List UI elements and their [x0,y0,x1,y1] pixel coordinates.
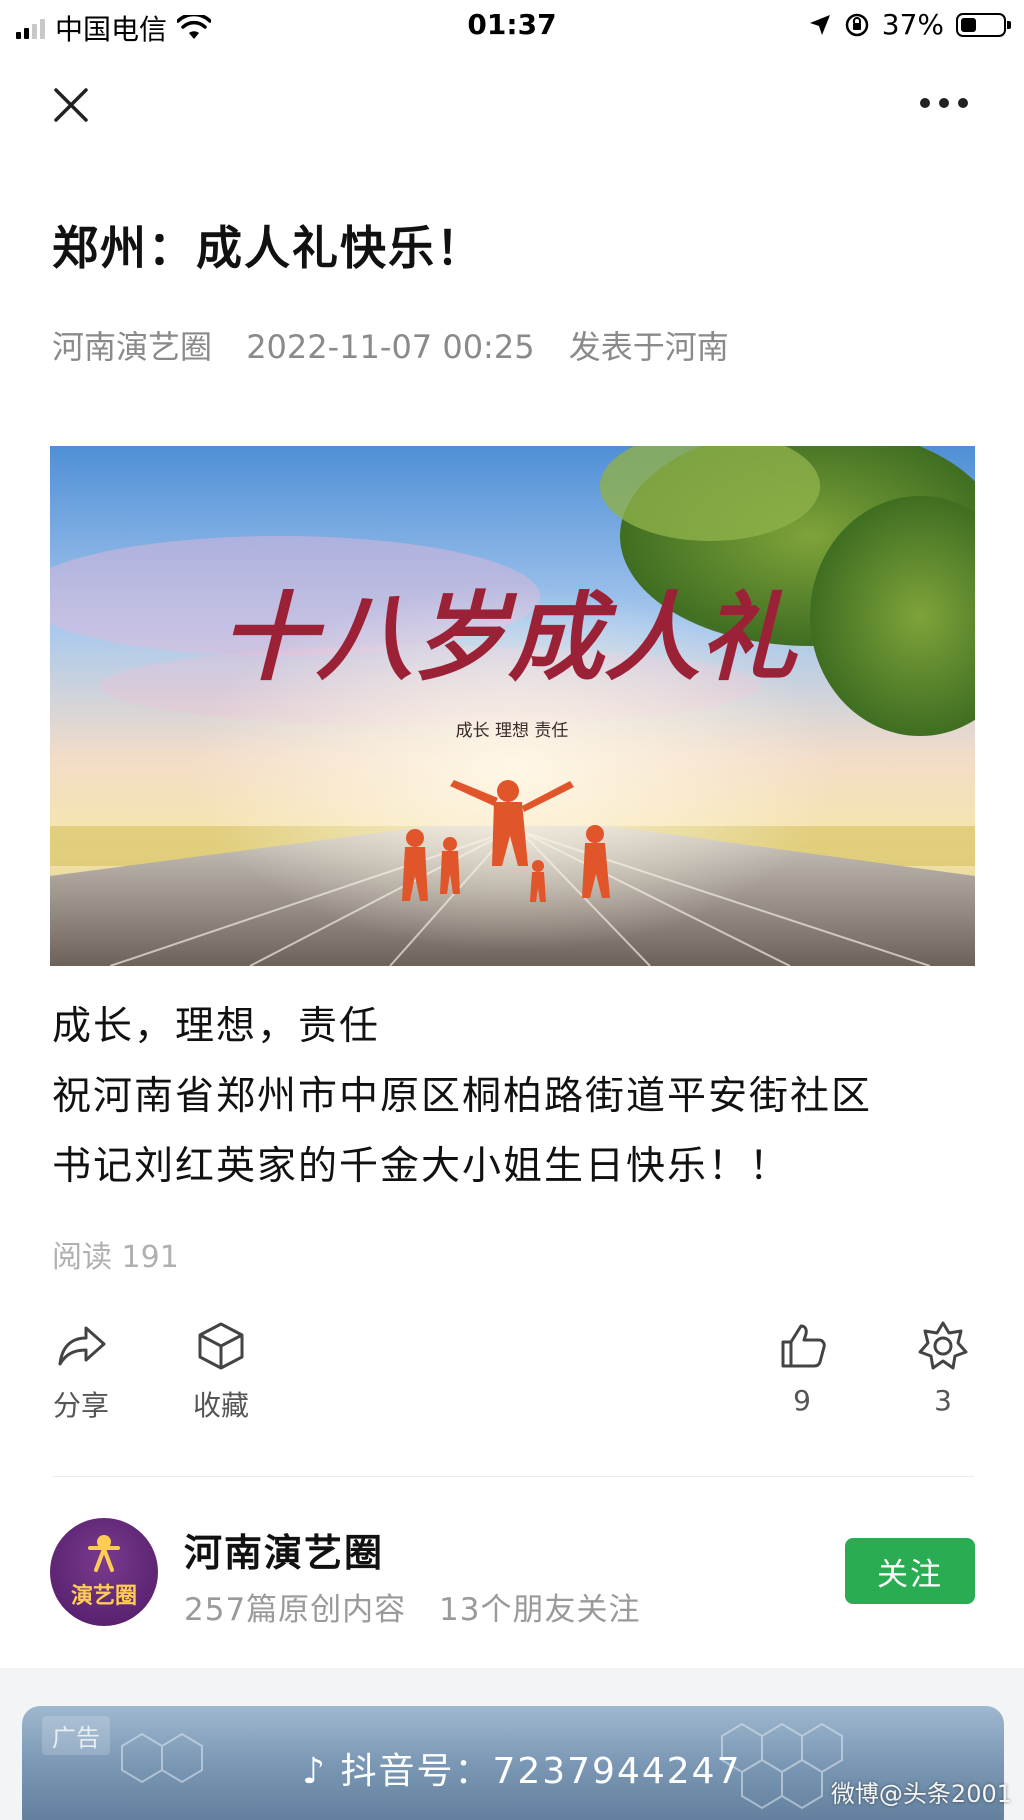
friends-following-count: 13个朋友关注 [439,1592,641,1628]
publish-date: 2022-11-07 00:25 [246,328,535,366]
account-name[interactable]: 河南演艺圈 [184,1522,384,1577]
battery-percent: 37% [881,8,944,41]
banner-tagline: 成长 理想 责任 [456,721,569,741]
battery-fill [961,17,976,32]
favorite-button[interactable]: 收藏 [166,1320,276,1424]
ad-text: ♪ 抖音号：7237944247 [302,1742,741,1794]
share-button[interactable]: 分享 [26,1320,136,1424]
account-card[interactable]: 演艺圈 河南演艺圈 257篇原创内容 13个朋友关注 关注 [50,1518,975,1628]
wow-count: 3 [934,1384,952,1417]
cube-icon [198,1322,244,1370]
status-right: 37% [808,8,1011,41]
rotation-lock-icon [845,13,869,36]
wow-button[interactable]: 3 [888,1320,998,1417]
publish-location: 发表于河南 [568,328,729,366]
share-icon [58,1326,106,1366]
account-stats: 257篇原创内容 13个朋友关注 [184,1584,662,1629]
share-label: 分享 [52,1389,109,1422]
like-count: 9 [793,1384,811,1417]
follow-button[interactable]: 关注 [845,1538,975,1604]
banner-headline: 十八岁成人礼 [220,581,798,694]
body-line: 成长，理想，责任 [52,1004,381,1049]
article-meta: 河南演艺圈 2022-11-07 00:25 发表于河南 [52,322,753,368]
body-line: 祝河南省郑州市中原区桐柏路街道平安街社区 [52,1074,873,1119]
ad-account-text: 抖音号：7237944247 [340,1751,742,1792]
original-posts-count: 257篇原创内容 [184,1592,407,1628]
dot-icon [939,98,949,108]
article-body: 成长，理想，责任 祝河南省郑州市中原区桐柏路街道平安街社区 书记刘红英家的千金大… [52,992,992,1202]
dot-icon [958,98,968,108]
close-icon[interactable] [48,82,94,128]
thumbs-up-icon [781,1324,826,1368]
favorite-label: 收藏 [192,1389,249,1422]
ad-label: 广告 [42,1716,110,1755]
more-options-button[interactable] [920,90,978,116]
banner-illustration: 十八岁成人礼 成长 理想 责任 [50,446,975,966]
article-title: 郑州：成人礼快乐！ [52,221,484,275]
logo-figure-icon [88,1535,120,1572]
battery-icon [956,12,1011,37]
banner-image: 十八岁成人礼 成长 理想 责任 [50,446,975,966]
watermark: 微博@头条2001 [830,1780,1012,1808]
wow-star-icon [918,1321,968,1370]
author-link[interactable]: 河南演艺圈 [52,328,212,366]
like-button[interactable]: 9 [747,1320,857,1417]
music-note-icon: ♪ [302,1751,327,1792]
action-bar: 分享 收藏 9 3 [0,1320,1024,1430]
dot-icon [920,98,930,108]
location-arrow-icon [809,14,830,35]
status-bar: 中国电信 01:37 37% [0,0,1024,52]
divider [52,1476,974,1477]
avatar-text: 演艺圈 [70,1584,137,1609]
read-count: 阅读 191 [52,1240,179,1275]
avatar[interactable]: 演艺圈 [50,1518,158,1626]
body-line: 书记刘红英家的千金大小姐生日快乐！！ [52,1144,791,1189]
